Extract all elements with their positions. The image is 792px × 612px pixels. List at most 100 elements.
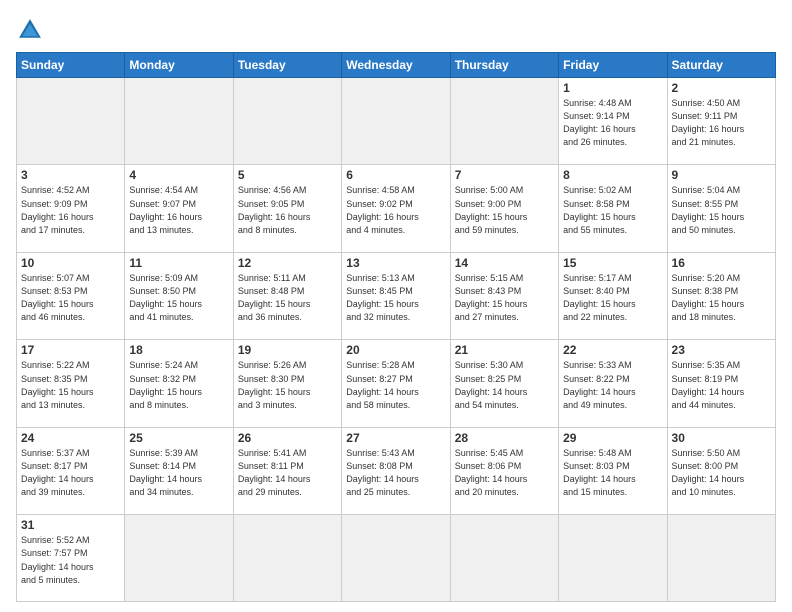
day-number: 13 — [346, 256, 445, 270]
calendar-cell: 26 Sunrise: 5:41 AM Sunset: 8:11 PM Dayli… — [233, 427, 341, 514]
calendar-cell: 27 Sunrise: 5:43 AM Sunset: 8:08 PM Dayli… — [342, 427, 450, 514]
day-info: Sunrise: 5:15 AM Sunset: 8:43 PM Dayligh… — [455, 272, 554, 324]
calendar-cell: 25Sunrise: 5:39 AM Sunset: 8:14 PM Dayli… — [125, 427, 233, 514]
weekday-header-friday: Friday — [559, 53, 667, 78]
calendar-cell — [450, 515, 558, 602]
calendar-cell: 1Sunrise: 4:48 AM Sunset: 9:14 PM Daylig… — [559, 78, 667, 165]
weekday-header-tuesday: Tuesday — [233, 53, 341, 78]
day-number: 3 — [21, 168, 120, 182]
day-number: 9 — [672, 168, 771, 182]
day-number: 20 — [346, 343, 445, 357]
day-number: 2 — [672, 81, 771, 95]
logo-icon — [16, 16, 44, 44]
day-number: 4 — [129, 168, 228, 182]
day-info: Sunrise: 5:09 AM Sunset: 8:50 PM Dayligh… — [129, 272, 228, 324]
calendar-cell: 31Sunrise: 5:52 AM Sunset: 7:57 PM Dayli… — [17, 515, 125, 602]
calendar-cell: 16 Sunrise: 5:20 AM Sunset: 8:38 PM Dayli… — [667, 252, 775, 339]
day-number: 5 — [238, 168, 337, 182]
day-info: Sunrise: 5:13 AM Sunset: 8:45 PM Dayligh… — [346, 272, 445, 324]
day-info: Sunrise: 5:22 AM Sunset: 8:35 PM Dayligh… — [21, 359, 120, 411]
day-number: 14 — [455, 256, 554, 270]
day-number: 22 — [563, 343, 662, 357]
day-number: 7 — [455, 168, 554, 182]
calendar-cell: 4 Sunrise: 4:54 AM Sunset: 9:07 PM Daylig… — [125, 165, 233, 252]
day-info: Sunrise: 5:26 AM Sunset: 8:30 PM Dayligh… — [238, 359, 337, 411]
day-number: 26 — [238, 431, 337, 445]
day-info: Sunrise: 5:41 AM Sunset: 8:11 PM Dayligh… — [238, 447, 337, 499]
calendar-cell: 23Sunrise: 5:35 AM Sunset: 8:19 PM Dayli… — [667, 340, 775, 427]
day-info: Sunrise: 5:04 AM Sunset: 8:55 PM Dayligh… — [672, 184, 771, 236]
week-row-2: 10 Sunrise: 5:07 AM Sunset: 8:53 PM Dayli… — [17, 252, 776, 339]
day-number: 10 — [21, 256, 120, 270]
day-info: Sunrise: 4:54 AM Sunset: 9:07 PM Dayligh… — [129, 184, 228, 236]
day-info: Sunrise: 5:20 AM Sunset: 8:38 PM Dayligh… — [672, 272, 771, 324]
calendar-cell: 28 Sunrise: 5:45 AM Sunset: 8:06 PM Dayli… — [450, 427, 558, 514]
calendar-cell — [233, 78, 341, 165]
day-info: Sunrise: 5:48 AM Sunset: 8:03 PM Dayligh… — [563, 447, 662, 499]
calendar-cell: 15Sunrise: 5:17 AM Sunset: 8:40 PM Dayli… — [559, 252, 667, 339]
day-number: 27 — [346, 431, 445, 445]
day-number: 16 — [672, 256, 771, 270]
calendar-cell — [342, 78, 450, 165]
day-info: Sunrise: 5:30 AM Sunset: 8:25 PM Dayligh… — [455, 359, 554, 411]
day-info: Sunrise: 5:24 AM Sunset: 8:32 PM Dayligh… — [129, 359, 228, 411]
day-info: Sunrise: 5:37 AM Sunset: 8:17 PM Dayligh… — [21, 447, 120, 499]
day-info: Sunrise: 5:28 AM Sunset: 8:27 PM Dayligh… — [346, 359, 445, 411]
calendar-cell: 5Sunrise: 4:56 AM Sunset: 9:05 PM Daylig… — [233, 165, 341, 252]
logo — [16, 16, 48, 44]
week-row-0: 1Sunrise: 4:48 AM Sunset: 9:14 PM Daylig… — [17, 78, 776, 165]
calendar-cell: 8 Sunrise: 5:02 AM Sunset: 8:58 PM Daylig… — [559, 165, 667, 252]
week-row-5: 31Sunrise: 5:52 AM Sunset: 7:57 PM Dayli… — [17, 515, 776, 602]
weekday-header-row: SundayMondayTuesdayWednesdayThursdayFrid… — [17, 53, 776, 78]
calendar-cell: 14 Sunrise: 5:15 AM Sunset: 8:43 PM Dayli… — [450, 252, 558, 339]
day-number: 28 — [455, 431, 554, 445]
day-number: 24 — [21, 431, 120, 445]
day-number: 29 — [563, 431, 662, 445]
calendar-cell: 7 Sunrise: 5:00 AM Sunset: 9:00 PM Daylig… — [450, 165, 558, 252]
day-info: Sunrise: 5:43 AM Sunset: 8:08 PM Dayligh… — [346, 447, 445, 499]
weekday-header-thursday: Thursday — [450, 53, 558, 78]
calendar-cell: 3 Sunrise: 4:52 AM Sunset: 9:09 PM Daylig… — [17, 165, 125, 252]
calendar-cell: 29 Sunrise: 5:48 AM Sunset: 8:03 PM Dayli… — [559, 427, 667, 514]
calendar-cell: 30 Sunrise: 5:50 AM Sunset: 8:00 PM Dayli… — [667, 427, 775, 514]
day-number: 6 — [346, 168, 445, 182]
week-row-1: 3 Sunrise: 4:52 AM Sunset: 9:09 PM Daylig… — [17, 165, 776, 252]
day-info: Sunrise: 5:02 AM Sunset: 8:58 PM Dayligh… — [563, 184, 662, 236]
day-info: Sunrise: 4:50 AM Sunset: 9:11 PM Dayligh… — [672, 97, 771, 149]
calendar-cell — [17, 78, 125, 165]
calendar-cell: 19Sunrise: 5:26 AM Sunset: 8:30 PM Dayli… — [233, 340, 341, 427]
day-number: 12 — [238, 256, 337, 270]
day-info: Sunrise: 4:52 AM Sunset: 9:09 PM Dayligh… — [21, 184, 120, 236]
calendar-cell — [125, 515, 233, 602]
calendar-cell — [667, 515, 775, 602]
day-number: 11 — [129, 256, 228, 270]
calendar-cell: 10 Sunrise: 5:07 AM Sunset: 8:53 PM Dayli… — [17, 252, 125, 339]
day-info: Sunrise: 5:45 AM Sunset: 8:06 PM Dayligh… — [455, 447, 554, 499]
calendar-cell: 12 Sunrise: 5:11 AM Sunset: 8:48 PM Dayli… — [233, 252, 341, 339]
weekday-header-wednesday: Wednesday — [342, 53, 450, 78]
day-number: 15 — [563, 256, 662, 270]
day-number: 8 — [563, 168, 662, 182]
calendar-cell: 6Sunrise: 4:58 AM Sunset: 9:02 PM Daylig… — [342, 165, 450, 252]
day-info: Sunrise: 5:07 AM Sunset: 8:53 PM Dayligh… — [21, 272, 120, 324]
calendar-table: SundayMondayTuesdayWednesdayThursdayFrid… — [16, 52, 776, 602]
weekday-header-saturday: Saturday — [667, 53, 775, 78]
calendar-cell: 9 Sunrise: 5:04 AM Sunset: 8:55 PM Daylig… — [667, 165, 775, 252]
calendar-cell — [233, 515, 341, 602]
calendar-page: SundayMondayTuesdayWednesdayThursdayFrid… — [0, 0, 792, 612]
day-info: Sunrise: 5:11 AM Sunset: 8:48 PM Dayligh… — [238, 272, 337, 324]
day-info: Sunrise: 5:00 AM Sunset: 9:00 PM Dayligh… — [455, 184, 554, 236]
calendar-cell: 17Sunrise: 5:22 AM Sunset: 8:35 PM Dayli… — [17, 340, 125, 427]
calendar-cell: 21 Sunrise: 5:30 AM Sunset: 8:25 PM Dayli… — [450, 340, 558, 427]
calendar-cell: 20 Sunrise: 5:28 AM Sunset: 8:27 PM Dayli… — [342, 340, 450, 427]
day-number: 18 — [129, 343, 228, 357]
calendar-cell: 18 Sunrise: 5:24 AM Sunset: 8:32 PM Dayli… — [125, 340, 233, 427]
day-number: 30 — [672, 431, 771, 445]
calendar-cell — [450, 78, 558, 165]
day-info: Sunrise: 5:35 AM Sunset: 8:19 PM Dayligh… — [672, 359, 771, 411]
day-number: 21 — [455, 343, 554, 357]
weekday-header-sunday: Sunday — [17, 53, 125, 78]
day-info: Sunrise: 5:52 AM Sunset: 7:57 PM Dayligh… — [21, 534, 120, 586]
day-info: Sunrise: 5:50 AM Sunset: 8:00 PM Dayligh… — [672, 447, 771, 499]
week-row-3: 17Sunrise: 5:22 AM Sunset: 8:35 PM Dayli… — [17, 340, 776, 427]
